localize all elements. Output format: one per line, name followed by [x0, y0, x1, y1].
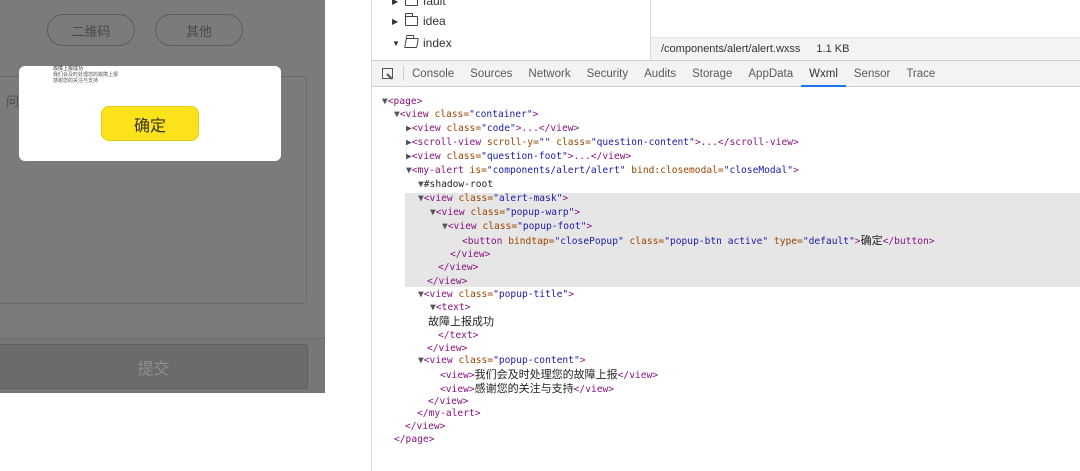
tree-text-node[interactable]: 故障上报成功 [428, 315, 494, 329]
file-tree-label: index [423, 36, 452, 50]
tree-node[interactable]: </view> [450, 248, 490, 262]
tree-node[interactable]: ▶<scroll-view scroll-y="" class="questio… [406, 136, 799, 150]
file-tree-label: fault [423, 0, 446, 8]
tab-security[interactable]: Security [579, 61, 637, 86]
folder-open-icon [404, 38, 419, 48]
file-tree-label: idea [423, 14, 446, 28]
devtools-panel: ▶ fault ▶ idea ▼ index /components/alert… [371, 0, 1080, 471]
tree-node-selected[interactable]: ▼<view class="alert-mask"> [418, 192, 568, 206]
simulator-screen: 二维码 其他 问 提交 故障上报成功 我们会及时处理您的故障上报 感谢您的关注与… [0, 0, 325, 393]
tree-node[interactable]: ▼<text> [430, 301, 470, 315]
wxml-tree: ▼<page> ▼<view class="container"> ▶<view… [372, 88, 1080, 471]
tree-node[interactable]: ▼<view class="popup-content"> [418, 354, 586, 368]
simulator-background [0, 393, 371, 471]
alert-modal: 故障上报成功 我们会及时处理您的故障上报 感谢您的关注与支持 确定 [19, 66, 281, 161]
tree-node[interactable]: <button bindtap="closePopup" class="popu… [462, 234, 935, 248]
tree-node[interactable]: </view> [427, 275, 467, 289]
tree-node[interactable]: </my-alert> [417, 407, 481, 421]
tree-node[interactable]: </text> [438, 329, 478, 343]
modal-content-line: 感谢您的关注与支持 [53, 78, 99, 84]
tree-node[interactable]: ▼<view class="popup-foot"> [442, 220, 592, 234]
tab-sensor[interactable]: Sensor [846, 61, 898, 86]
tree-node[interactable]: <view>我们会及时处理您的故障上报</view> [440, 368, 658, 382]
tree-node[interactable]: ▼<page> [382, 95, 422, 109]
modal-confirm-button[interactable]: 确定 [101, 106, 199, 141]
textarea-placeholder: 问 [6, 94, 20, 109]
tag-qrcode-button[interactable]: 二维码 [47, 14, 135, 46]
tab-trace[interactable]: Trace [898, 61, 943, 86]
tree-node[interactable]: <view>感谢您的关注与支持</view> [440, 382, 614, 396]
tree-node[interactable]: ▼<view class="popup-title"> [418, 288, 574, 302]
tree-node[interactable]: </view> [438, 261, 478, 275]
collapsed-arrow-icon: ▶ [392, 16, 399, 26]
file-size: 1.1 KB [816, 43, 850, 55]
modal-content: 我们会及时处理您的故障上报 感谢您的关注与支持 [53, 72, 118, 84]
tree-node[interactable]: </page> [394, 433, 434, 447]
tab-storage[interactable]: Storage [684, 61, 740, 86]
tree-node[interactable]: ▶<view class="code">...</view> [406, 122, 579, 136]
file-path: /components/alert/alert.wxss [661, 43, 801, 55]
tree-node[interactable]: </view> [405, 420, 445, 434]
tab-sources[interactable]: Sources [462, 61, 520, 86]
inspect-element-button[interactable] [372, 66, 404, 81]
panel-gap [325, 0, 371, 471]
devtools-tab-bar: Console Sources Network Security Audits … [372, 60, 1080, 87]
file-tree-item[interactable]: ▶ idea [392, 11, 446, 31]
tree-node[interactable]: ▶<view class="question-foot">...</view> [406, 150, 631, 164]
file-tree-item[interactable]: ▶ fault [392, 0, 446, 11]
file-info-bar: /components/alert/alert.wxss 1.1 KB [651, 37, 1080, 60]
inspect-icon [382, 68, 393, 79]
tree-node[interactable]: ▼<my-alert is="components/alert/alert" b… [406, 164, 799, 178]
tree-node[interactable]: ▼<view class="container"> [394, 108, 538, 122]
tab-appdata[interactable]: AppData [740, 61, 801, 86]
tab-network[interactable]: Network [520, 61, 578, 86]
folder-icon [405, 0, 418, 6]
tab-console[interactable]: Console [404, 61, 462, 86]
expanded-arrow-icon: ▼ [392, 38, 400, 48]
tab-audits[interactable]: Audits [636, 61, 684, 86]
collapsed-arrow-icon: ▶ [392, 0, 399, 6]
submit-button[interactable]: 提交 [0, 344, 308, 389]
folder-icon [405, 13, 418, 26]
tag-other-button[interactable]: 其他 [155, 14, 243, 46]
tree-node[interactable]: ▼<view class="popup-warp"> [430, 206, 580, 220]
tab-wxml[interactable]: Wxml [801, 61, 846, 87]
tree-node[interactable]: ▼#shadow-root [418, 178, 493, 192]
file-tree: ▶ fault ▶ idea ▼ index [372, 0, 651, 60]
file-tree-item[interactable]: ▼ index [392, 33, 452, 53]
